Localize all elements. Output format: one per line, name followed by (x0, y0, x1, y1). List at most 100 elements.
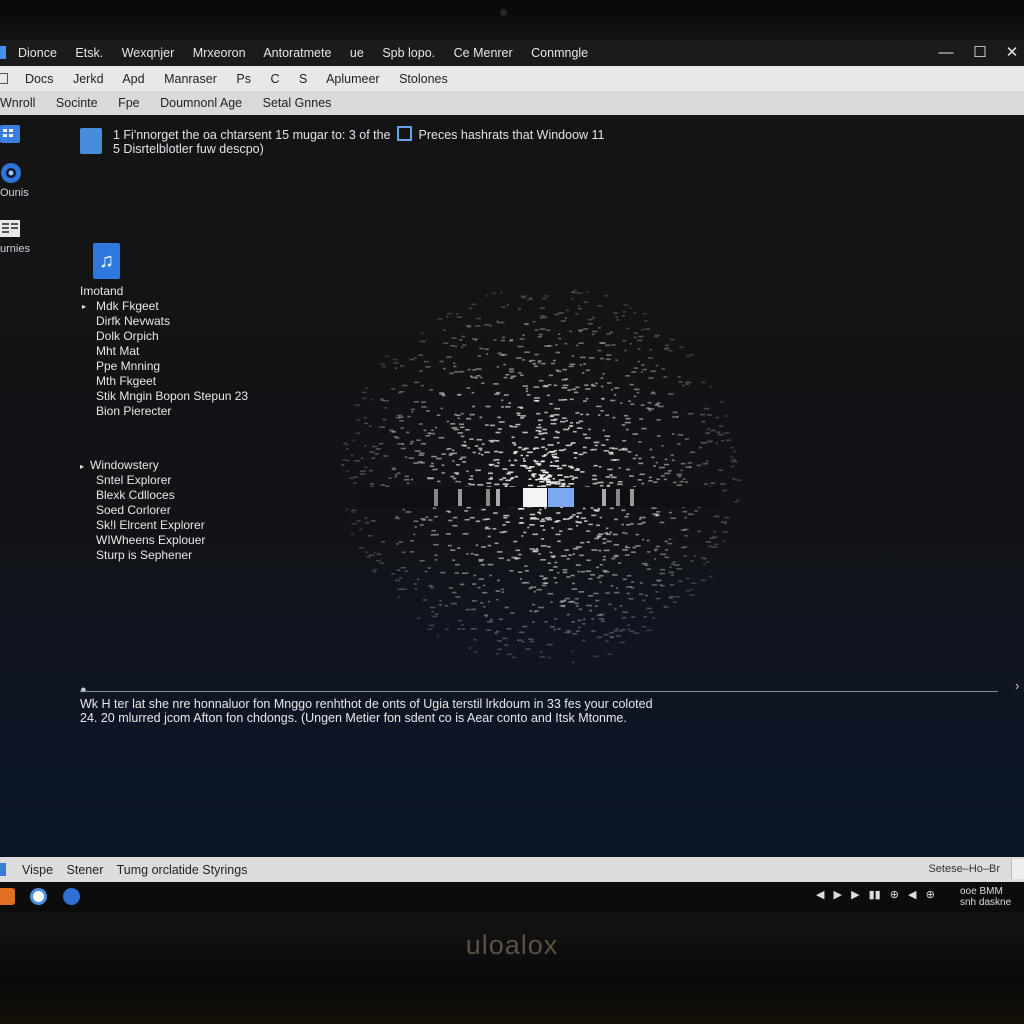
tree-item[interactable]: Sturp is Sephener (80, 548, 205, 563)
status-item[interactable]: Stener (67, 863, 104, 877)
title-item[interactable]: Ce Menrer (454, 46, 513, 60)
title-item[interactable]: Etsk. (75, 46, 103, 60)
noise-dot (689, 354, 694, 356)
noise-dot (599, 564, 603, 566)
noise-dot (596, 524, 600, 527)
noise-dot (639, 418, 644, 420)
browser-app-icon[interactable] (30, 888, 47, 905)
title-item[interactable]: Conmngle (531, 46, 588, 60)
title-item[interactable]: ue (350, 46, 364, 60)
tree-item[interactable]: Sk!l Elrcent Explorer (80, 518, 205, 533)
noise-dot (686, 577, 690, 580)
tree-item[interactable]: Stik Mngin Bopon Stepun 23 (80, 389, 248, 404)
noise-dot (505, 479, 511, 482)
status-item[interactable]: Tumg orclatide Styrings (117, 863, 248, 877)
tree-item[interactable]: WIWheens Explouer (80, 533, 205, 548)
desktop-icon-ounis[interactable]: Ounis (0, 162, 60, 199)
tray-pause-icon[interactable]: ▮▮ (869, 889, 881, 901)
expand-arrow-icon[interactable]: ▸ (82, 299, 86, 314)
noise-dot (503, 376, 508, 379)
tray-play-icon[interactable]: ▶ (851, 889, 859, 901)
menu-item[interactable]: Docs (25, 72, 53, 86)
noise-dot (466, 506, 471, 509)
chevron-right-icon[interactable]: › (1015, 678, 1019, 693)
music-file-icon[interactable]: ♫ (93, 243, 120, 279)
tree-item[interactable]: Mth Fkgeet (80, 374, 248, 389)
toolbar-item[interactable]: Doumnonl Age (160, 96, 242, 110)
tree-item[interactable]: Bion Pierecter (80, 404, 248, 419)
title-item[interactable]: Dionce (18, 46, 57, 60)
title-item[interactable]: Antoratmete (263, 46, 331, 60)
tray-globe-icon[interactable]: ⊕ (926, 889, 935, 901)
noise-dot (553, 414, 560, 416)
noise-dot (620, 448, 625, 451)
noise-dot (558, 337, 562, 340)
toolbar-item[interactable]: Wnroll (0, 96, 35, 110)
toolbar-item[interactable]: Fpe (118, 96, 140, 110)
noise-dot (507, 471, 514, 473)
desktop-icon-grid-app[interactable] (0, 124, 60, 149)
noise-dot (637, 348, 641, 350)
tree-item[interactable]: Sntel Explorer (80, 473, 205, 488)
files-app-icon[interactable] (0, 888, 15, 905)
menu-item[interactable]: C (270, 72, 279, 86)
tree-item[interactable]: Dirfk Nevwats (80, 314, 248, 329)
noise-dot (518, 553, 522, 556)
title-item[interactable]: Wexqnjer (122, 46, 175, 60)
noise-dot (431, 429, 434, 432)
clock[interactable]: ooe BMM snh daskne (960, 886, 1011, 908)
title-item[interactable]: Spb lopo. (382, 46, 435, 60)
checkbox-icon[interactable] (0, 73, 8, 84)
noise-dot (533, 386, 540, 388)
menu-item[interactable]: Apd (122, 72, 144, 86)
close-button[interactable]: ✕ (997, 42, 1024, 64)
notice-link[interactable]: Preces hashrats that Windoow 11 (419, 128, 605, 142)
title-item[interactable]: Mrxeoron (193, 46, 246, 60)
noise-dot (626, 592, 630, 595)
tray-back-icon[interactable]: ◀ (816, 889, 824, 901)
noise-dot (450, 423, 456, 425)
toolbar-item[interactable]: Socinte (56, 96, 98, 110)
noise-dot (448, 454, 453, 456)
tree-item[interactable]: Dolk Orpich (80, 329, 248, 344)
noise-dot (574, 602, 579, 605)
menu-item[interactable]: Aplumeer (326, 72, 380, 86)
noise-dot (551, 527, 554, 529)
status-item[interactable]: Vispe (22, 863, 53, 877)
store-app-icon[interactable] (63, 888, 80, 905)
noise-dot (663, 478, 667, 481)
toolbar-item[interactable]: Setal Gnnes (263, 96, 332, 110)
menu-item[interactable]: Jerkd (73, 72, 104, 86)
desktop-icon-urnies[interactable]: urnies (0, 218, 60, 255)
noise-dot (472, 369, 477, 371)
tree-item[interactable]: Mht Mat (80, 344, 248, 359)
noise-dot (557, 442, 560, 444)
checkbox-icon[interactable] (397, 126, 413, 141)
noise-dot (545, 480, 552, 483)
tree-item[interactable]: Ppe Mnning (80, 359, 248, 374)
tree-item[interactable]: Blexk Cdlloces (80, 488, 205, 503)
maximize-button[interactable]: ☐ (965, 42, 995, 64)
noise-dot (720, 483, 726, 485)
noise-dot (431, 611, 435, 613)
menu-item[interactable]: Ps (236, 72, 251, 86)
menu-item[interactable]: Manraser (164, 72, 217, 86)
tree-item[interactable]: Soed Corlorer (80, 503, 205, 518)
tray-network-icon[interactable]: ⊕ (890, 889, 899, 901)
tree-item[interactable]: ▸ Mdk Fkgeet (80, 299, 248, 314)
noise-dot (641, 364, 645, 366)
menu-item[interactable]: Stolones (399, 72, 448, 86)
noise-dot (588, 578, 593, 580)
menu-item[interactable]: S (299, 72, 307, 86)
band-tick (616, 489, 620, 506)
expand-arrow-icon[interactable]: ▸ (80, 462, 84, 471)
noise-dot (422, 599, 427, 601)
tray-volume-icon[interactable]: ◀ (908, 889, 916, 901)
tray-forward-icon[interactable]: ▶ (834, 889, 842, 901)
resize-grip[interactable] (1011, 859, 1024, 879)
tree-heading[interactable]: ▸ Windowstery (80, 458, 205, 473)
noise-dot (613, 459, 620, 461)
tree-heading[interactable]: Imotand (80, 284, 248, 299)
minimize-button[interactable]: — (931, 42, 961, 64)
noise-dot (641, 521, 646, 524)
